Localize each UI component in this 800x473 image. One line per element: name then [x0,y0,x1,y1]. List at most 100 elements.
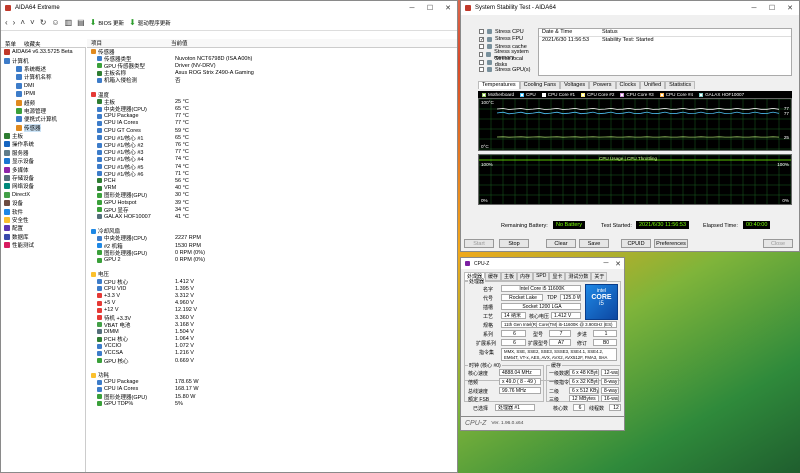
tree-item[interactable]: DMI [1,82,85,90]
legend-checkbox[interactable] [482,92,486,97]
table-row[interactable]: VBAT 电池 3.168 V [91,321,457,329]
legend-checkbox[interactable] [699,92,704,97]
tab-unified[interactable]: Unified [640,81,666,89]
table-row[interactable]: GPU TDP% 5% [91,400,457,407]
tab-statistics[interactable]: Statistics [665,81,696,89]
table-row[interactable]: CPU Package 178.65 W [91,379,457,386]
legend-checkbox[interactable] [541,92,546,97]
checkbox[interactable] [479,52,484,58]
tab-clocks[interactable]: Clocks [615,81,641,89]
tab-powers[interactable]: Powers [589,81,616,89]
checkbox[interactable] [479,59,484,65]
stop-button[interactable]: Stop [499,239,529,248]
cpuz-tab[interactable]: SPD [533,272,550,281]
tree-item[interactable]: 配置 [1,224,85,232]
maximize-icon[interactable]: ☐ [763,1,781,15]
table-row[interactable]: CPU #1/核心 #6 71 °C [91,170,457,178]
table-row[interactable]: VCCIO 1.072 V [91,343,457,350]
stress-option[interactable]: Stress CPU [479,28,534,36]
down-icon[interactable]: ˅ [30,18,35,27]
tree-item[interactable]: 性能测试 [1,241,85,249]
selection-dropdown[interactable]: 处理器 #1 [495,404,535,411]
cpuz-tab[interactable]: 关于 [591,272,608,281]
tab-cooling-fans[interactable]: Cooling Fans [519,81,561,89]
tree-item[interactable]: 超频 [1,98,85,107]
tree-item[interactable]: 计算机 [1,56,85,65]
maximize-icon[interactable]: ☐ [421,1,439,15]
minimize-icon[interactable]: ─ [403,1,421,15]
legend-item[interactable]: CPU Core #4 [659,92,693,97]
table-row[interactable]: CPU IA Cores 77 °C [91,120,457,127]
cpuz-tab[interactable]: 测试分数 [565,272,592,281]
table-row[interactable]: GPU 核心 0.669 V [91,357,457,365]
save-button[interactable]: Save [579,239,609,248]
tree-item[interactable]: 计算机名称 [1,73,85,81]
preferences-button[interactable]: Preferences [654,239,688,248]
table-row[interactable]: 中央处理器(CPU) 65 °C [91,106,457,113]
tab-temperatures[interactable]: Temperatures [478,81,520,89]
close-icon[interactable]: ✕ [612,258,624,269]
user-icon[interactable]: ☺ [51,18,59,27]
stress-option[interactable]: ✓ Stress FPU [479,36,534,44]
tree-item[interactable]: 系统概述 [1,65,85,73]
report-icon[interactable]: ▤ [77,18,85,27]
stress-option[interactable]: Stress GPU(s) [479,66,534,74]
tree-item[interactable]: 电源管理 [1,107,85,115]
cpuz-tab[interactable]: 主板 [501,272,518,281]
bios-update-button[interactable]: ⬇ BIOS 更新 [90,18,124,27]
legend-item[interactable]: CPU Core #1 [541,92,575,97]
clear-button[interactable]: Clear [546,239,576,248]
minimize-icon[interactable]: ─ [600,258,612,269]
tree-item[interactable]: 安全性 [1,216,85,224]
refresh-icon[interactable]: ↻ [40,18,47,27]
tree-item[interactable]: DirectX [1,191,85,199]
table-row[interactable]: GPU 显存 34 °C [91,206,457,214]
legend-checkbox[interactable] [620,92,625,97]
cpuz-tab[interactable]: 内存 [517,272,534,281]
tree-item[interactable]: 服务器 [1,149,85,157]
table-row[interactable]: +5 V 4.960 V [91,300,457,307]
legend-checkbox[interactable] [581,92,586,97]
cpuz-tab[interactable]: 缓存 [485,272,502,281]
checkbox[interactable] [479,44,484,50]
tree-item[interactable]: 显示设备 [1,157,85,165]
minimize-icon[interactable]: ─ [745,1,763,15]
legend-item[interactable]: GALAX HOF10007 [699,92,744,97]
table-row[interactable]: GALAX HOF10007 41 °C [91,213,457,220]
legend-item[interactable]: CPU [520,92,536,97]
start-button[interactable]: Start [464,239,494,248]
close-icon[interactable]: ✕ [781,1,799,15]
checkbox[interactable]: ✓ [479,36,484,42]
up-icon[interactable]: ˄ [20,18,25,27]
table-row[interactable]: +3.3 V 3.312 V [91,292,457,299]
tree-item[interactable]: 设备 [1,199,85,207]
stress-option[interactable]: Stress local disks [479,56,534,68]
table-row[interactable]: PCH 核心 1.064 V [91,336,457,343]
table-row[interactable]: CPU Package 77 °C [91,113,457,120]
legend-item[interactable]: CPU Core #2 [581,92,614,97]
back-icon[interactable]: ‹ [5,18,8,27]
cpuid-button[interactable]: CPUID [621,239,651,248]
chart-icon[interactable]: ▥ [65,18,73,27]
tab-menu[interactable]: 菜单 [1,39,20,48]
table-row[interactable]: CPU VID 1.395 V [91,285,457,292]
table-row[interactable]: 机箱入侵检测 否 [91,77,457,84]
table-row[interactable]: CPU 核心 1.412 V [91,278,457,286]
tab-voltages[interactable]: Voltages [560,81,590,89]
cpuz-tab[interactable]: 显卡 [549,272,566,281]
tree-item[interactable]: 主板 [1,132,85,140]
tree-item[interactable]: 存储设备 [1,174,85,182]
checkbox[interactable] [479,67,484,73]
close-button[interactable]: Close [763,239,793,248]
tree-item[interactable]: 多媒体 [1,165,85,174]
tree-item[interactable]: IPMI [1,90,85,98]
close-icon[interactable]: ✕ [439,1,457,15]
table-row[interactable]: GPU 2 0 RPM (0%) [91,256,457,263]
tree-item[interactable]: 数据库 [1,233,85,241]
table-row[interactable]: 图形处理器(GPU) 30 °C [91,192,457,199]
tree-item[interactable]: 网络设备 [1,182,85,190]
tab-favorites[interactable]: 收藏夹 [20,39,45,48]
table-row[interactable]: 图形处理器(GPU) 0 RPM (0%) [91,249,457,257]
driver-update-button[interactable]: ⬇ 驱动程序更新 [129,18,171,27]
forward-icon[interactable]: › [13,18,16,27]
